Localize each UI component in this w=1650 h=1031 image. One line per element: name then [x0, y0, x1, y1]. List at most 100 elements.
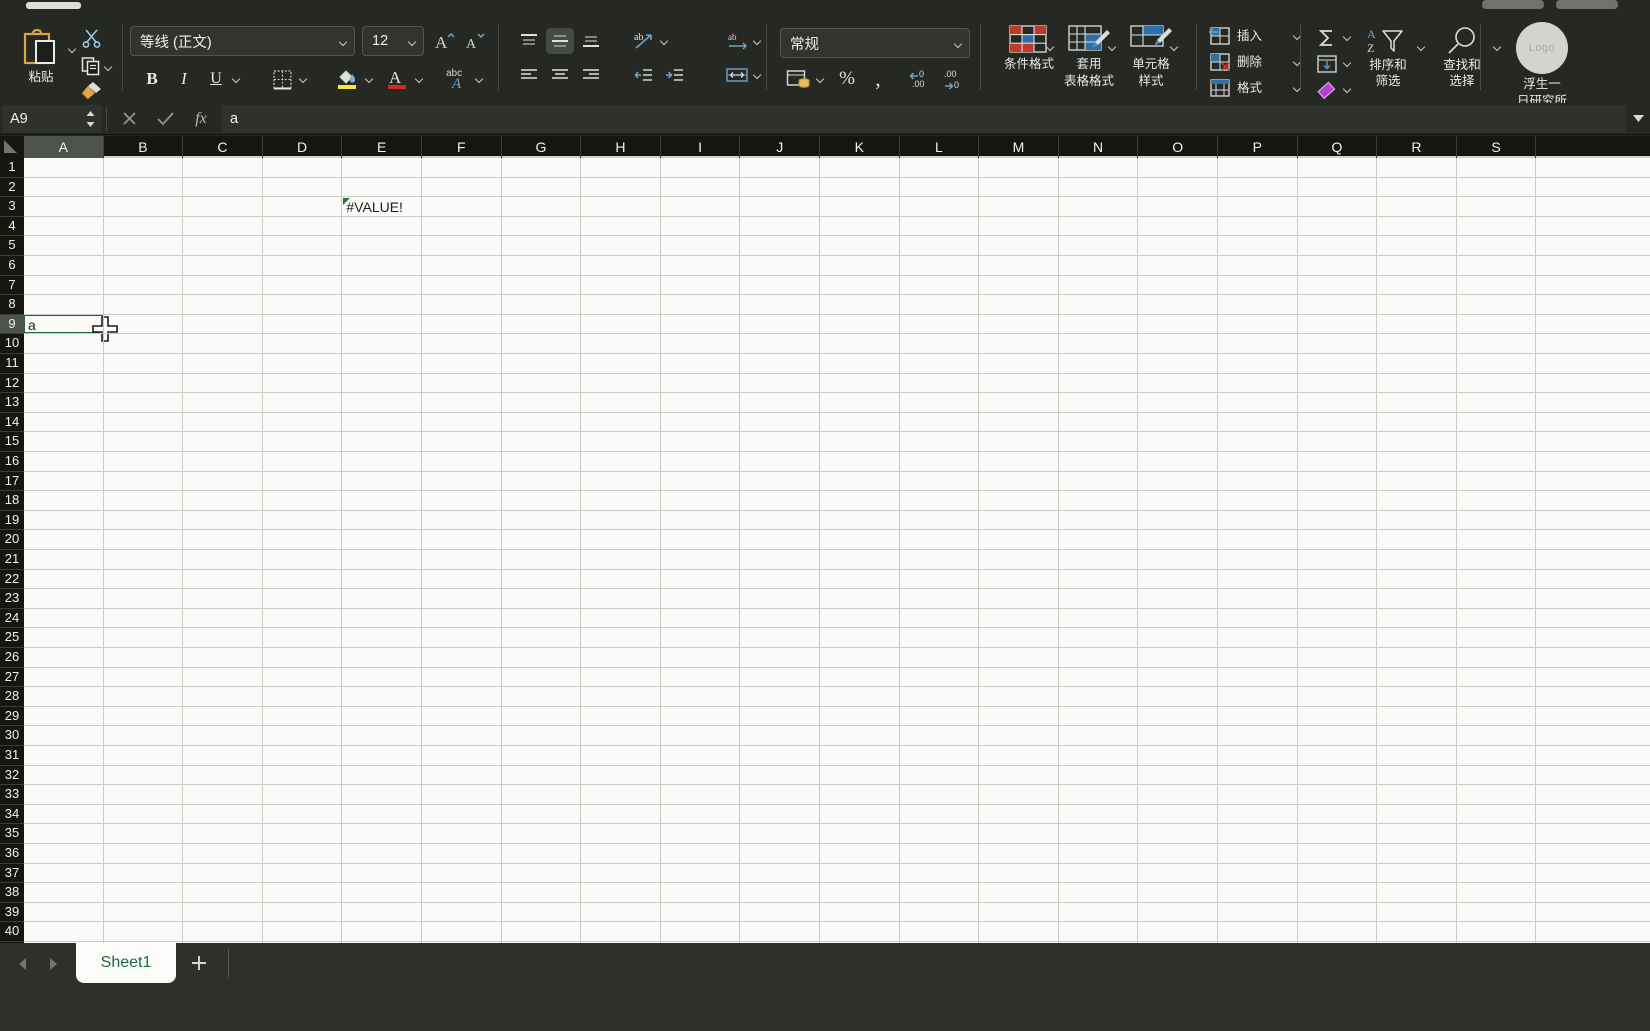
cut-button[interactable]	[78, 26, 104, 50]
cells-area[interactable]: #VALUE! a	[23, 158, 1650, 943]
cell-A9[interactable]: a	[28, 315, 102, 335]
row-header-38[interactable]: 38	[0, 883, 24, 903]
align-bottom-button[interactable]	[577, 28, 605, 54]
row-header-14[interactable]: 14	[0, 413, 24, 433]
row-header-10[interactable]: 10	[0, 334, 24, 354]
select-all-corner-button[interactable]	[0, 136, 24, 158]
cell-styles-chevron-down-icon[interactable]	[1170, 42, 1179, 51]
column-header-d[interactable]: D	[263, 136, 343, 158]
merge-cells-button[interactable]	[722, 62, 752, 88]
delete-cells-button[interactable]: 删除	[1209, 50, 1262, 74]
row-header-30[interactable]: 30	[0, 726, 24, 746]
phonetic-guide-button[interactable]: abc A	[443, 64, 473, 92]
decrease-decimal-button[interactable]: .00 0	[940, 66, 970, 92]
formula-input[interactable]: a	[221, 104, 1626, 133]
row-header-2[interactable]: 2	[0, 178, 24, 198]
row-header-21[interactable]: 21	[0, 550, 24, 570]
copy-dropdown-chevron-down-icon[interactable]	[104, 62, 113, 71]
row-header-19[interactable]: 19	[0, 511, 24, 531]
fill-color-button[interactable]	[334, 64, 360, 92]
column-header-p[interactable]: P	[1218, 136, 1298, 158]
cell-E3[interactable]: #VALUE!	[346, 197, 420, 217]
underline-button[interactable]: U	[204, 66, 228, 92]
row-header-24[interactable]: 24	[0, 609, 24, 629]
clear-chevron-down-icon[interactable]	[1343, 84, 1352, 93]
column-header-r[interactable]: R	[1377, 136, 1457, 158]
decrease-font-size-button[interactable]: A	[462, 28, 488, 54]
row-header-40[interactable]: 40	[0, 922, 24, 942]
sheet-tab-sheet1[interactable]: Sheet1	[76, 943, 176, 983]
increase-indent-button[interactable]	[661, 62, 689, 88]
font-color-chevron-down-icon[interactable]	[415, 74, 424, 83]
row-header-5[interactable]: 5	[0, 236, 24, 256]
sheet-nav-next-button[interactable]	[40, 951, 66, 977]
font-size-chevron-down-icon[interactable]	[408, 37, 417, 46]
row-header-12[interactable]: 12	[0, 374, 24, 394]
row-header-35[interactable]: 35	[0, 824, 24, 844]
column-header-e[interactable]: E	[342, 136, 422, 158]
column-header-q[interactable]: Q	[1298, 136, 1378, 158]
row-header-29[interactable]: 29	[0, 707, 24, 727]
underline-dropdown-chevron-down-icon[interactable]	[232, 74, 241, 83]
find-select-button[interactable]: 查找和 选择	[1431, 26, 1493, 88]
row-header-23[interactable]: 23	[0, 589, 24, 609]
column-header-n[interactable]: N	[1059, 136, 1139, 158]
column-header-c[interactable]: C	[183, 136, 263, 158]
column-header-h[interactable]: H	[581, 136, 661, 158]
column-header-b[interactable]: B	[104, 136, 184, 158]
row-header-20[interactable]: 20	[0, 530, 24, 550]
wrap-text-chevron-down-icon[interactable]	[753, 36, 762, 45]
window-chrome-right-pill-1[interactable]	[1482, 0, 1544, 9]
align-right-button[interactable]	[577, 62, 605, 88]
copy-button[interactable]	[78, 54, 104, 78]
fill-color-chevron-down-icon[interactable]	[365, 74, 374, 83]
increase-decimal-button[interactable]: 0 .00	[906, 66, 936, 92]
sheet-nav-prev-button[interactable]	[10, 951, 36, 977]
row-header-27[interactable]: 27	[0, 668, 24, 688]
column-header-m[interactable]: M	[979, 136, 1059, 158]
formula-bar-expand-button[interactable]	[1626, 105, 1650, 133]
row-header-32[interactable]: 32	[0, 766, 24, 786]
percent-format-button[interactable]: %	[834, 66, 860, 92]
column-header-j[interactable]: J	[740, 136, 820, 158]
borders-dropdown-chevron-down-icon[interactable]	[299, 74, 308, 83]
row-header-9[interactable]: 9	[0, 314, 24, 335]
row-header-33[interactable]: 33	[0, 785, 24, 805]
name-box-spinner-icon[interactable]	[85, 110, 96, 128]
autosum-chevron-down-icon[interactable]	[1343, 32, 1352, 41]
font-name-chevron-down-icon[interactable]	[339, 37, 348, 46]
row-header-36[interactable]: 36	[0, 844, 24, 864]
phonetic-guide-chevron-down-icon[interactable]	[475, 74, 484, 83]
row-header-13[interactable]: 13	[0, 393, 24, 413]
currency-format-button[interactable]	[784, 66, 814, 92]
row-header-16[interactable]: 16	[0, 452, 24, 472]
insert-function-button[interactable]: fx	[183, 105, 219, 133]
row-header-26[interactable]: 26	[0, 648, 24, 668]
sort-filter-chevron-down-icon[interactable]	[1417, 42, 1426, 51]
text-orientation-button[interactable]: ab	[630, 28, 658, 54]
comma-format-button[interactable]: ,	[866, 66, 890, 92]
number-format-combobox[interactable]: 常规	[780, 28, 970, 58]
row-header-39[interactable]: 39	[0, 903, 24, 923]
row-header-25[interactable]: 25	[0, 628, 24, 648]
column-header-i[interactable]: I	[661, 136, 741, 158]
text-orientation-chevron-down-icon[interactable]	[660, 36, 669, 45]
format-painter-button[interactable]	[78, 80, 104, 102]
paste-button[interactable]: 粘贴	[10, 20, 72, 92]
window-chrome-right-pill-2[interactable]	[1556, 0, 1618, 9]
align-center-button[interactable]	[546, 62, 574, 88]
font-size-combobox[interactable]: 12	[362, 26, 424, 56]
merge-cells-chevron-down-icon[interactable]	[753, 70, 762, 79]
borders-button[interactable]	[269, 66, 295, 92]
row-header-28[interactable]: 28	[0, 687, 24, 707]
currency-chevron-down-icon[interactable]	[816, 74, 825, 83]
row-header-15[interactable]: 15	[0, 432, 24, 452]
font-color-button[interactable]: A	[384, 64, 410, 92]
row-header-22[interactable]: 22	[0, 570, 24, 590]
column-header-g[interactable]: G	[502, 136, 582, 158]
number-format-chevron-down-icon[interactable]	[954, 39, 963, 48]
row-header-7[interactable]: 7	[0, 276, 24, 296]
row-header-1[interactable]: 1	[0, 158, 24, 178]
insert-cells-button[interactable]: 插入	[1209, 24, 1262, 48]
clear-button[interactable]	[1313, 78, 1341, 102]
